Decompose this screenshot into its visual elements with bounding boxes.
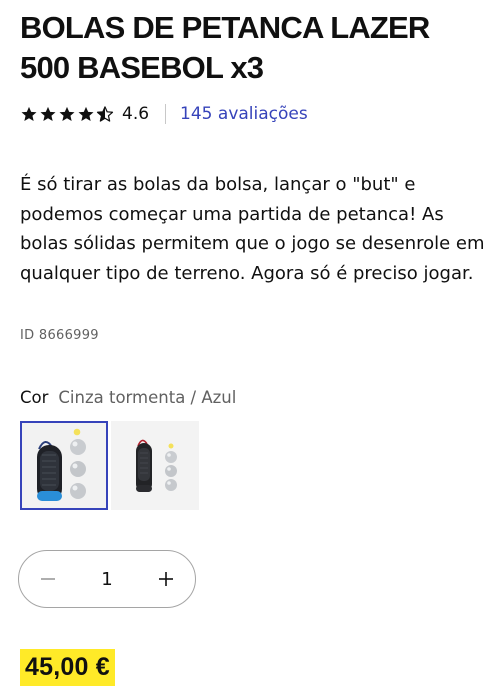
- color-swatch-storm-grey-blue[interactable]: [20, 421, 108, 510]
- color-selected-value: Cinza tormenta / Azul: [58, 388, 237, 407]
- color-swatch-black-red[interactable]: [111, 421, 199, 510]
- star-half-icon: [96, 106, 114, 122]
- product-title: BOLAS DE PETANCA LAZER 500 BASEBOL x3: [20, 10, 430, 85]
- star-icon: [78, 106, 94, 122]
- color-selector-label: Cor Cinza tormenta / Azul: [20, 388, 236, 407]
- product-thumbnail-red: [111, 421, 199, 510]
- increase-quantity-button[interactable]: [137, 551, 195, 607]
- rating-divider: [165, 104, 167, 124]
- quantity-stepper: 1: [18, 550, 196, 608]
- rating-stars: [20, 105, 114, 123]
- color-label: Cor: [20, 388, 49, 407]
- minus-icon: [41, 578, 55, 580]
- star-icon: [40, 106, 56, 122]
- product-description: É só tirar as bolas da bolsa, lançar o "…: [20, 174, 485, 284]
- star-icon: [59, 106, 75, 122]
- quantity-value: 1: [101, 568, 113, 590]
- rating-row: 4.6 145 avaliações: [20, 102, 308, 126]
- color-swatches: [20, 421, 199, 510]
- product-id: ID 8666999: [20, 328, 99, 343]
- product-thumbnail-blue: [22, 423, 106, 508]
- reviews-link[interactable]: 145 avaliações: [180, 104, 308, 124]
- decrease-quantity-button[interactable]: [19, 551, 77, 607]
- star-icon: [21, 106, 37, 122]
- price-tag: 45,00 €: [20, 649, 115, 686]
- rating-value: 4.6: [122, 104, 150, 124]
- plus-icon: [158, 572, 173, 586]
